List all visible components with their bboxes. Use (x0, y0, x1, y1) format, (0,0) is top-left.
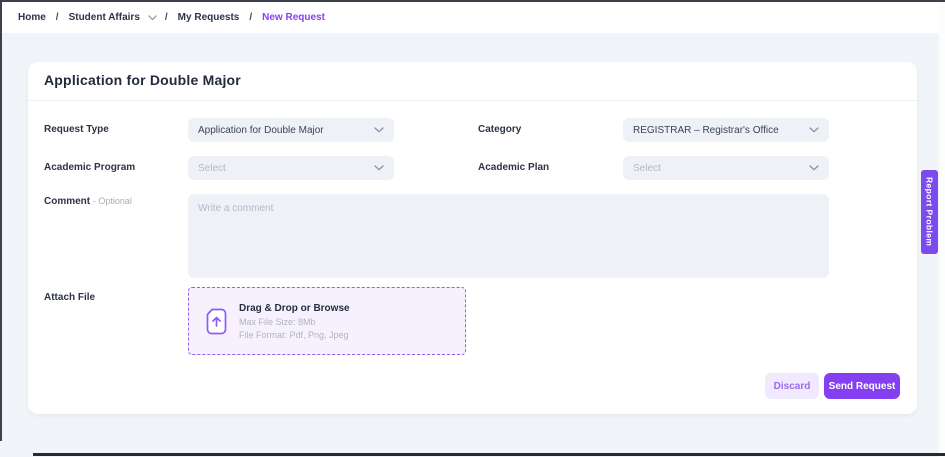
academic-program-select[interactable]: Select (188, 156, 394, 180)
page-title: Application for Double Major (44, 72, 241, 88)
chevron-down-icon (809, 127, 819, 133)
right-edge-strip (939, 2, 945, 457)
breadcrumb-home[interactable]: Home (18, 12, 46, 23)
frame-top-border (0, 0, 945, 2)
report-problem-label: Report Problem (925, 177, 935, 246)
frame-bottom-border (33, 453, 945, 456)
title-divider (28, 100, 917, 101)
file-dropzone[interactable]: Drag & Drop or Browse Max File Size: 8Mb… (188, 287, 466, 355)
category-label: Category (478, 124, 521, 135)
breadcrumb-separator: / (249, 12, 252, 23)
frame-left-border (0, 0, 2, 441)
comment-input[interactable] (188, 194, 829, 278)
dropzone-text: Drag & Drop or Browse Max File Size: 8Mb… (239, 303, 350, 340)
request-type-value: Application for Double Major (198, 125, 324, 136)
report-problem-tab[interactable]: Report Problem (921, 170, 938, 254)
academic-program-label: Academic Program (44, 162, 135, 173)
request-form-card: Application for Double Major Request Typ… (28, 62, 917, 414)
discard-button[interactable]: Discard (765, 373, 819, 399)
chevron-down-icon (374, 127, 384, 133)
comment-label-text: Comment (44, 196, 90, 207)
comment-optional-note: - Optional (93, 196, 132, 206)
academic-plan-label: Academic Plan (478, 162, 549, 173)
academic-program-placeholder: Select (198, 163, 226, 174)
breadcrumb-my-requests[interactable]: My Requests (178, 12, 240, 23)
breadcrumb-separator: / (56, 12, 59, 23)
chevron-down-icon (809, 165, 819, 171)
request-type-label: Request Type (44, 124, 109, 135)
category-select[interactable]: REGISTRAR – Registrar's Office (623, 118, 829, 142)
dropzone-max-size: Max File Size: 8Mb (239, 317, 350, 327)
category-value: REGISTRAR – Registrar's Office (633, 125, 779, 136)
chevron-down-icon (374, 165, 384, 171)
send-request-button[interactable]: Send Request (824, 373, 900, 399)
breadcrumb-separator: / (165, 12, 168, 23)
breadcrumb: Home / Student Affairs / My Requests / N… (18, 12, 325, 23)
request-type-select[interactable]: Application for Double Major (188, 118, 394, 142)
app-screen: Home / Student Affairs / My Requests / N… (0, 0, 945, 457)
breadcrumb-student-affairs[interactable]: Student Affairs (69, 12, 140, 23)
academic-plan-select[interactable]: Select (623, 156, 829, 180)
dropzone-formats: File Format: Pdf, Png, Jpeg (239, 330, 350, 340)
file-upload-icon (206, 308, 227, 335)
breadcrumb-new-request[interactable]: New Request (262, 12, 325, 23)
attach-file-label: Attach File (44, 292, 95, 303)
comment-label: Comment - Optional (44, 196, 132, 207)
academic-plan-placeholder: Select (633, 163, 661, 174)
breadcrumb-bar: Home / Student Affairs / My Requests / N… (2, 2, 939, 33)
dropzone-title: Drag & Drop or Browse (239, 303, 350, 314)
chevron-down-icon[interactable] (148, 15, 157, 21)
